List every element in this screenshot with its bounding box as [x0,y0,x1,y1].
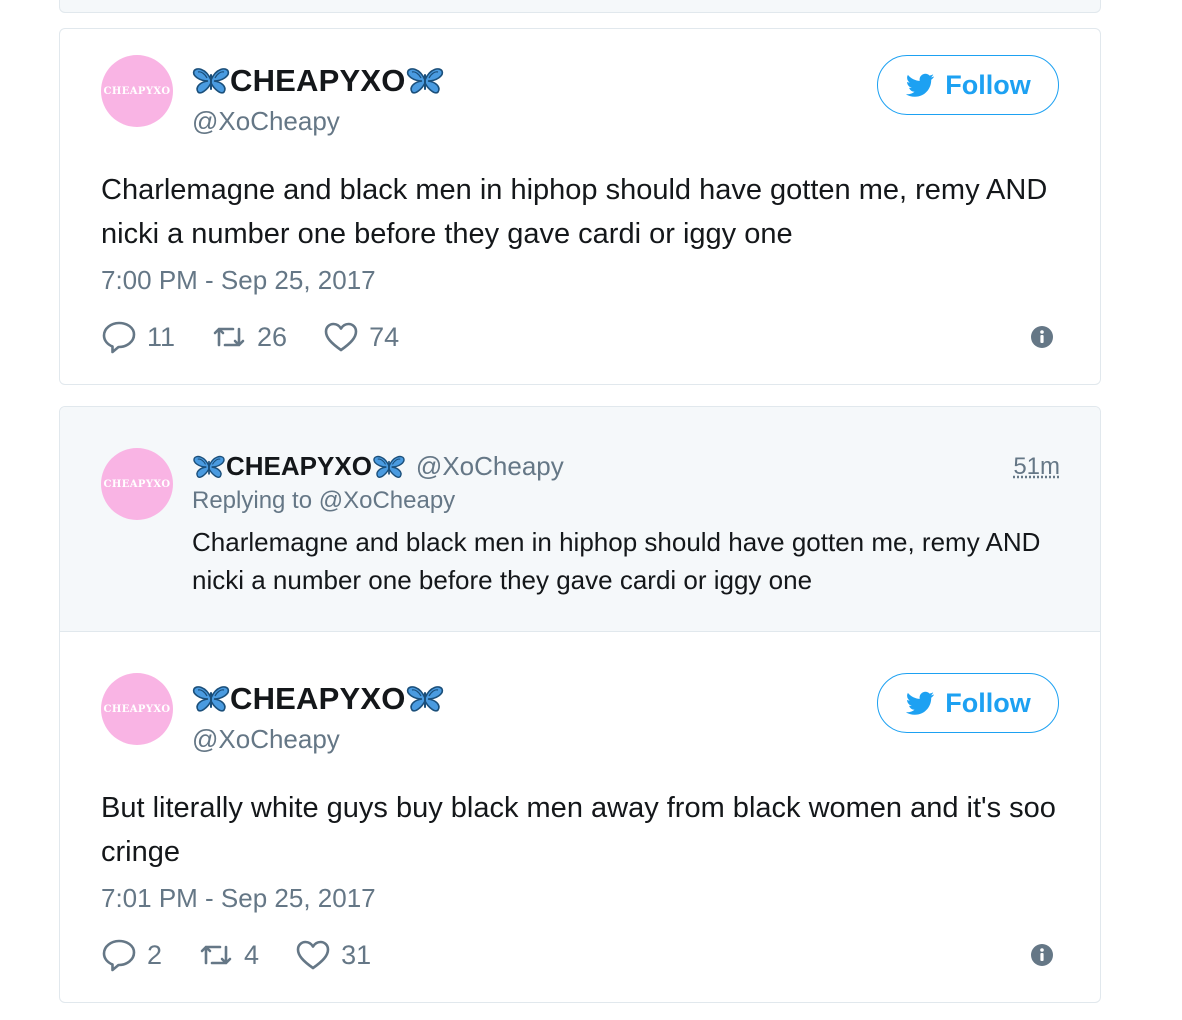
follow-button[interactable]: Follow [877,55,1059,115]
retweet-icon [200,945,232,965]
like-count: 74 [369,321,400,352]
butterfly-emoji-icon [406,686,443,712]
relative-time-text: 51m [1013,453,1060,480]
retweet-count: 26 [257,321,288,352]
info-icon[interactable] [1030,325,1054,349]
retweet-button[interactable]: 26 [211,319,287,355]
reply-icon [102,321,136,354]
avatar[interactable]: CHEAPYXO [101,448,173,520]
display-name[interactable]: CHEAPYXO @XoCheapy [192,451,564,482]
timestamp[interactable]: 7:01 PM - Sep 25, 2017 [101,883,376,914]
display-name-text: CHEAPYXO [230,63,406,98]
like-button[interactable]: 31 [295,937,371,973]
reply-count: 11 [147,321,176,352]
like-button[interactable]: 74 [323,319,399,355]
user-handle[interactable]: @XoCheapy [192,724,340,755]
avatar[interactable]: CHEAPYXO [101,673,173,745]
previous-card-edge [59,0,1101,13]
butterfly-emoji-icon [373,455,405,478]
user-handle[interactable]: @XoCheapy [192,106,340,137]
reply-button[interactable]: 11 [101,319,175,355]
timestamp[interactable]: 7:00 PM - Sep 25, 2017 [101,265,376,296]
follow-button[interactable]: Follow [877,673,1059,733]
tweet-actions: 2 4 31 [101,937,371,973]
butterfly-emoji-icon [192,68,230,94]
avatar-text: CHEAPYXO [103,85,171,97]
butterfly-emoji-icon [192,686,230,712]
retweet-button[interactable]: 4 [198,937,259,973]
relative-time[interactable]: 51m [1013,453,1060,481]
retweet-icon [213,327,245,347]
retweet-count: 4 [244,939,260,970]
like-count: 31 [341,939,372,970]
follow-label: Follow [945,69,1031,100]
replying-to[interactable]: Replying to @XoCheapy [192,487,455,515]
butterfly-emoji-icon [193,455,225,478]
user-handle: @XoCheapy [415,451,564,481]
twitter-bird-icon [906,73,935,97]
tweet-text: Charlemagne and black men in hiphop shou… [101,174,1048,250]
parent-tweet-text: Charlemagne and black men in hiphop shou… [192,527,1041,595]
display-name-text: CHEAPYXO [230,681,406,716]
like-icon [324,322,358,352]
like-icon [296,940,330,970]
tweet-card-with-context: CHEAPYXO CHEAPYXO @XoCheapy 51m Replying… [59,406,1101,1003]
butterfly-emoji-icon [406,68,443,94]
twitter-bird-icon [906,691,935,715]
reply-icon [102,939,136,972]
display-name[interactable]: CHEAPYXO [192,681,444,717]
display-name[interactable]: CHEAPYXO [192,63,444,99]
tweet-card: CHEAPYXO CHEAPYXO @XoCheapy Follow Charl… [59,28,1101,385]
display-name-text: CHEAPYXO [226,451,372,481]
follow-label: Follow [945,687,1031,718]
info-icon[interactable] [1030,943,1054,967]
avatar-text: CHEAPYXO [103,703,171,715]
reply-button[interactable]: 2 [101,937,162,973]
reply-count: 2 [147,939,163,970]
tweet-text: But literally white guys buy black men a… [101,792,1056,868]
avatar[interactable]: CHEAPYXO [101,55,173,127]
quoted-parent-tweet[interactable]: CHEAPYXO CHEAPYXO @XoCheapy 51m Replying… [60,407,1100,632]
tweet-actions: 11 26 74 [101,319,399,355]
avatar-text: CHEAPYXO [103,478,171,490]
